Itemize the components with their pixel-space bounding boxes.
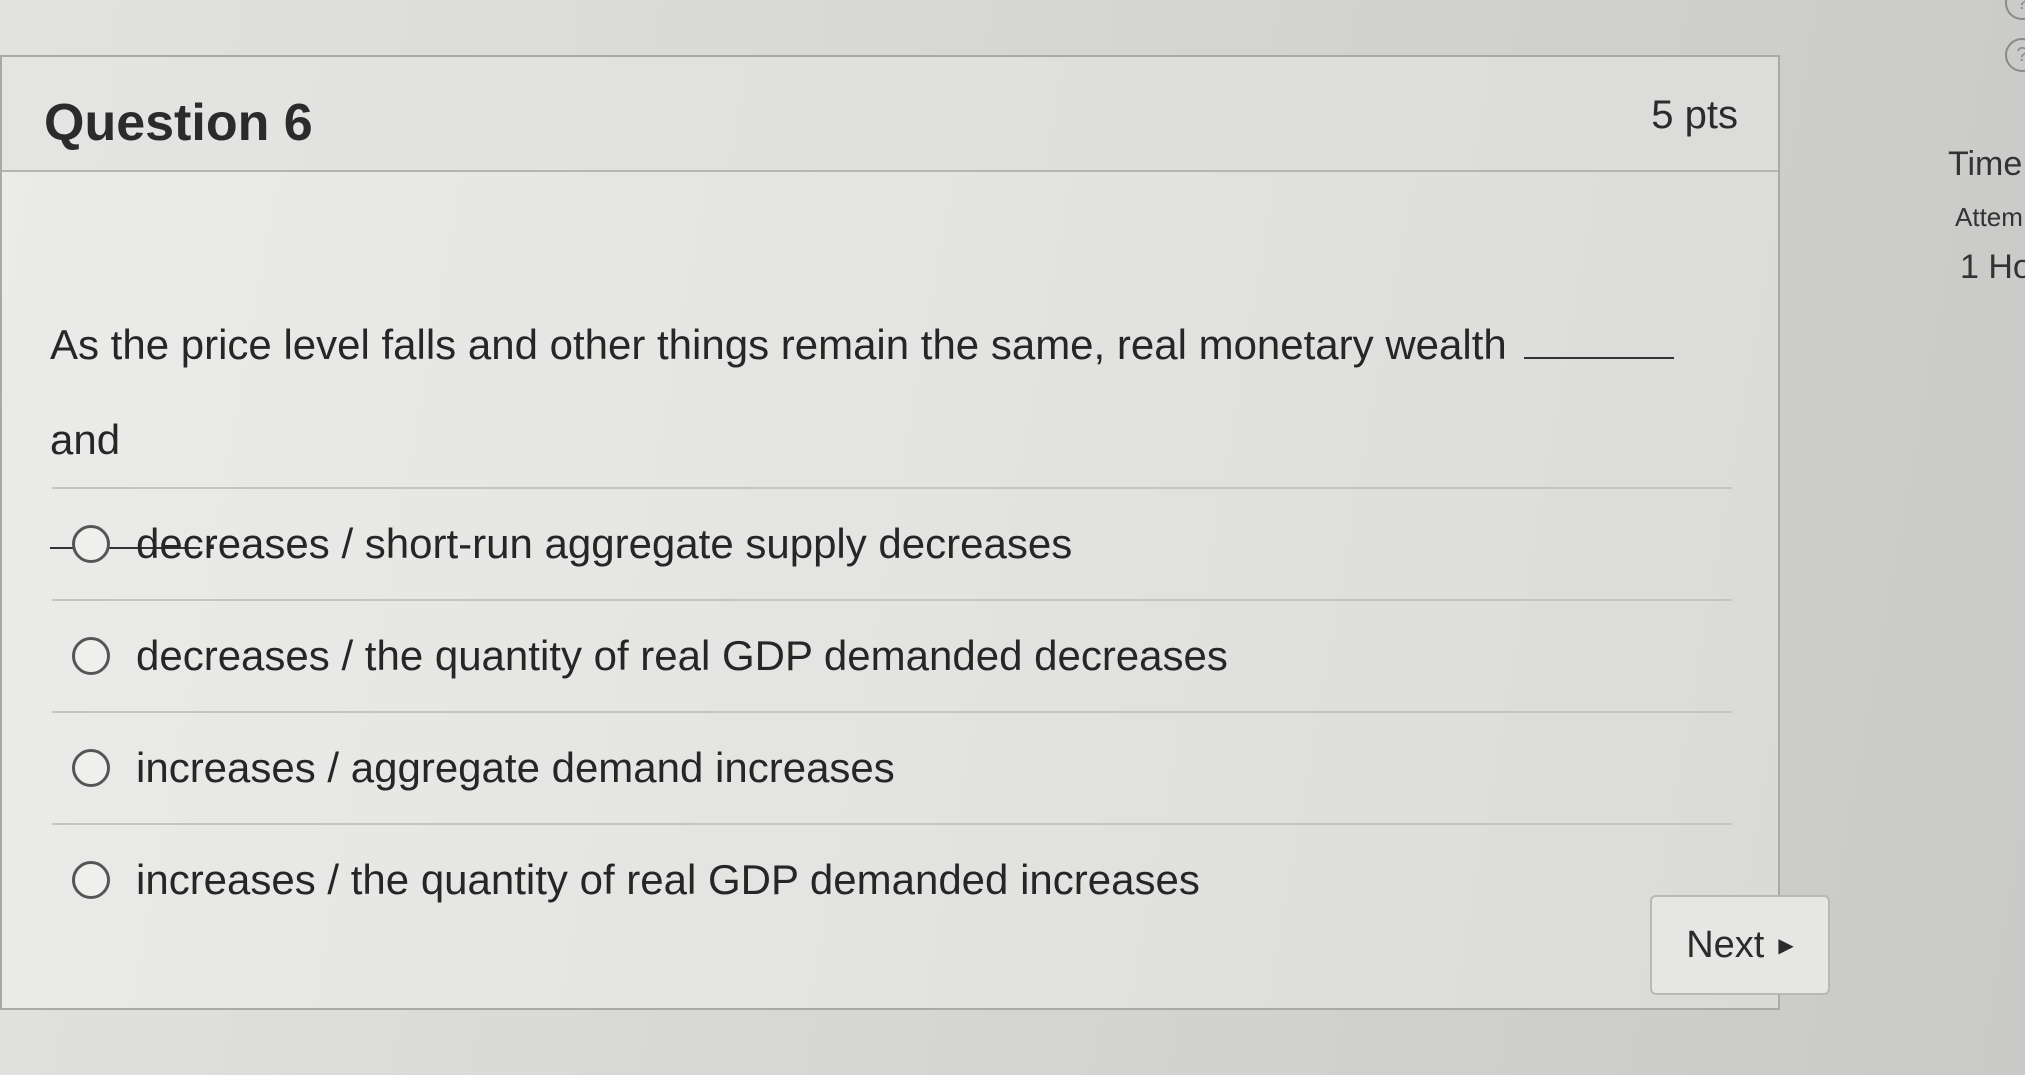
question-text-connector: and [50, 416, 121, 463]
next-button-label: Next [1686, 923, 1765, 966]
answer-option[interactable]: increases / aggregate demand increases [52, 711, 1732, 823]
radio-button[interactable] [72, 749, 110, 787]
radio-button[interactable] [72, 861, 110, 899]
question-header: Question 6 5 pts [2, 57, 1778, 172]
question-text-part1: As the price level falls and other thing… [50, 321, 1507, 368]
answer-list: decreases / short-run aggregate supply d… [52, 487, 1732, 935]
radio-button[interactable] [72, 525, 110, 563]
question-points: 5 pts [1651, 93, 1738, 137]
answer-option[interactable]: decreases / short-run aggregate supply d… [52, 487, 1732, 599]
answer-label: decreases / short-run aggregate supply d… [136, 520, 1073, 567]
answer-label: increases / aggregate demand increases [136, 744, 895, 791]
answer-label: decreases / the quantity of real GDP dem… [136, 632, 1228, 679]
answer-option[interactable]: increases / the quantity of real GDP dem… [52, 823, 1732, 935]
attempt-label: Attem [1955, 202, 2023, 232]
answer-option[interactable]: decreases / the quantity of real GDP dem… [52, 599, 1732, 711]
answer-blank-1 [1524, 325, 1675, 359]
next-button[interactable]: Next ▶ [1650, 895, 1830, 995]
question-title: Question 6 [44, 94, 313, 152]
question-card: Question 6 5 pts As the price level fall… [0, 55, 1780, 1010]
answer-label: increases / the quantity of real GDP dem… [136, 856, 1200, 903]
quiz-sidebar: ? ? Time Attem 1 Ho [1900, 0, 2025, 1075]
attempt-value: 1 Ho [1960, 248, 2025, 286]
help-icon[interactable]: ? [2005, 38, 2025, 72]
radio-button[interactable] [72, 637, 110, 675]
help-icon[interactable]: ? [2005, 0, 2025, 20]
time-label: Time [1948, 145, 2023, 183]
caret-right-icon: ▶ [1778, 934, 1794, 957]
